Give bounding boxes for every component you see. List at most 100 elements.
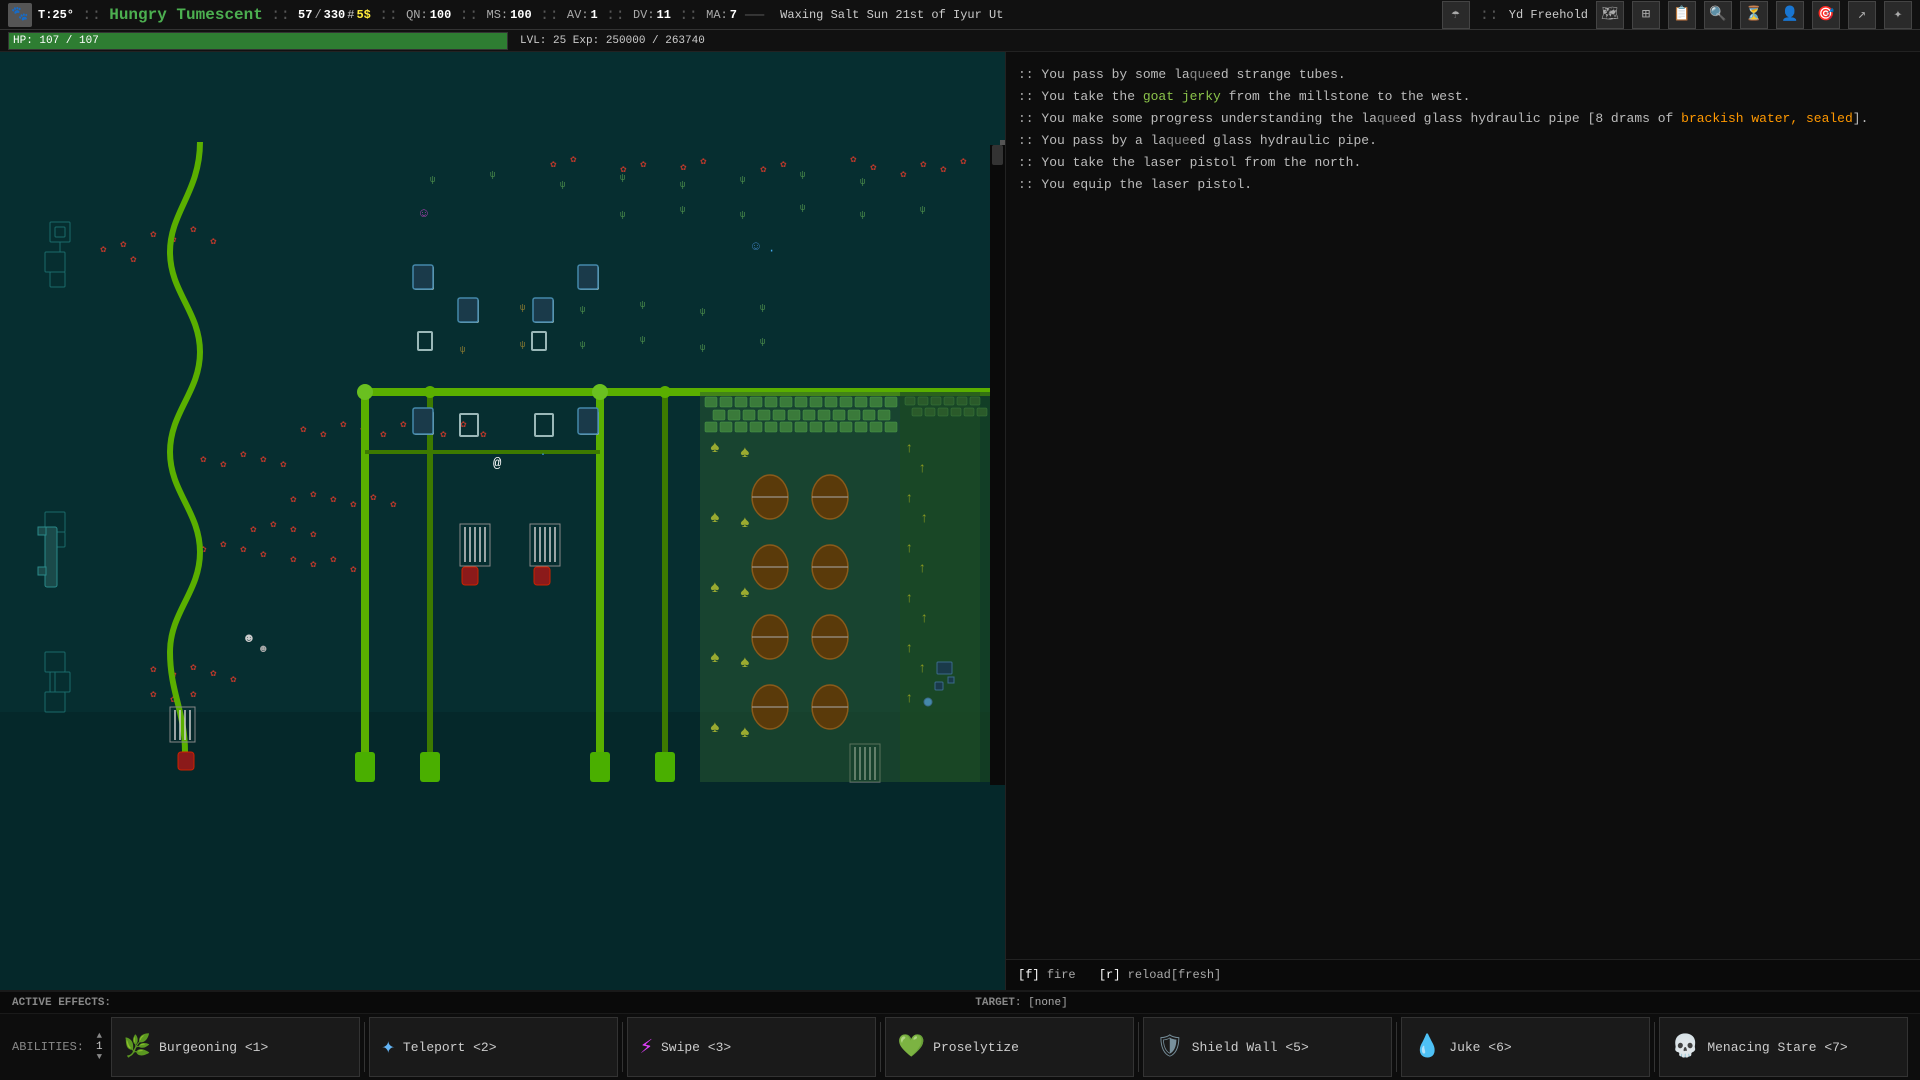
svg-text:↑: ↑ <box>905 491 913 507</box>
search-button[interactable]: 🔍 <box>1704 1 1732 29</box>
svg-text:✿: ✿ <box>480 431 487 440</box>
svg-text:✿: ✿ <box>310 561 317 570</box>
av-stat: AV: 1 <box>567 8 598 22</box>
svg-text:☻: ☻ <box>260 644 267 656</box>
svg-text:↑: ↑ <box>918 461 926 477</box>
svg-text:ψ: ψ <box>760 303 765 313</box>
move-button[interactable]: ↗ <box>1848 1 1876 29</box>
svg-text:✿: ✿ <box>390 501 397 510</box>
message-line-6: :: You equip the laser pistol. <box>1018 174 1908 196</box>
svg-text:↑: ↑ <box>905 541 913 557</box>
svg-text:☺: ☺ <box>752 239 760 254</box>
hp-text: HP: 107 / 107 <box>13 35 99 47</box>
svg-text:✿: ✿ <box>220 461 227 470</box>
svg-text:✿: ✿ <box>290 526 297 535</box>
message-line-5: :: You take the laser pistol from the no… <box>1018 152 1908 174</box>
ability-swipe[interactable]: ⚡ Swipe <3> <box>627 1017 876 1077</box>
combat-actions: [f] fire [r] reload[fresh] <box>1006 959 1920 990</box>
svg-text:✿: ✿ <box>150 231 157 240</box>
ability-burgeoning[interactable]: 🌿 Burgeoning <1> <box>111 1017 360 1077</box>
svg-text:✿: ✿ <box>380 431 387 440</box>
ability-proselytize[interactable]: 💚 Proselytize <box>885 1017 1134 1077</box>
svg-text:·: · <box>540 450 546 461</box>
level-up-arrow[interactable]: ▲ <box>97 1032 102 1041</box>
divider-4 <box>1138 1022 1139 1072</box>
target-label: TARGET: <box>975 997 1021 1009</box>
message-line-4: :: You pass by a laqueed glass hydraulic… <box>1018 130 1908 152</box>
svg-text:✿: ✿ <box>900 171 907 180</box>
svg-text:✿: ✿ <box>570 156 577 165</box>
turn-stat: T:25° <box>38 8 74 22</box>
time-button[interactable]: ⏳ <box>1740 1 1768 29</box>
menacing-stare-icon: 💀 <box>1672 1034 1699 1060</box>
svg-text:✿: ✿ <box>320 431 327 440</box>
svg-text:ψ: ψ <box>580 305 585 315</box>
ability-teleport-label: Teleport <2> <box>403 1040 497 1055</box>
inv-button[interactable]: 📋 <box>1668 1 1696 29</box>
svg-text:✿: ✿ <box>230 676 237 685</box>
svg-text:✿: ✿ <box>640 161 647 170</box>
umbrella-icon[interactable]: ☂ <box>1442 1 1470 29</box>
ability-teleport[interactable]: ✦ Teleport <2> <box>369 1017 618 1077</box>
ability-swipe-label: Swipe <3> <box>661 1040 731 1055</box>
exp-text: LVL: 25 Exp: 250000 / 263740 <box>520 35 705 47</box>
svg-text:♠: ♠ <box>710 649 720 667</box>
svg-text:✿: ✿ <box>350 566 357 575</box>
svg-text:♠: ♠ <box>710 439 720 457</box>
svg-text:✿: ✿ <box>460 421 467 430</box>
divider-1 <box>364 1022 365 1072</box>
svg-text:ψ: ψ <box>640 300 645 310</box>
right-panel: :: You pass by some laqueed strange tube… <box>1005 52 1920 990</box>
svg-text:✿: ✿ <box>250 526 257 535</box>
svg-text:✿: ✿ <box>400 421 407 430</box>
ability-shield-wall[interactable]: 🛡 Shield Wall <5> <box>1143 1017 1392 1077</box>
svg-text:ψ: ψ <box>860 210 865 220</box>
effects-label: ACTIVE EFFECTS: <box>12 997 111 1009</box>
svg-text:↑: ↑ <box>905 641 913 657</box>
svg-text:↑: ↑ <box>920 511 928 527</box>
svg-text:ψ: ψ <box>620 210 625 220</box>
svg-text:ψ: ψ <box>620 173 625 183</box>
svg-text:✿: ✿ <box>210 238 217 247</box>
svg-text:ψ: ψ <box>560 180 565 190</box>
bottom-area: ACTIVE EFFECTS: TARGET: [none] ABILITIES… <box>0 990 1920 1080</box>
svg-text:☻: ☻ <box>245 631 253 646</box>
area-button[interactable]: ⊞ <box>1632 1 1660 29</box>
map-button[interactable]: 🗺 <box>1596 1 1624 29</box>
svg-text:♠: ♠ <box>710 509 720 527</box>
svg-text:✿: ✿ <box>340 421 347 430</box>
svg-text:ψ: ψ <box>700 307 705 317</box>
level-down-arrow[interactable]: ▼ <box>97 1053 102 1062</box>
player-icon: 🐾 <box>8 3 32 27</box>
svg-text:ψ: ψ <box>700 343 705 353</box>
svg-text:✿: ✿ <box>240 546 247 555</box>
svg-text:↑: ↑ <box>905 591 913 607</box>
ma-stat: MA: 7 <box>706 8 737 22</box>
target-button[interactable]: 🎯 <box>1812 1 1840 29</box>
svg-text:ψ: ψ <box>520 303 525 313</box>
svg-text:✿: ✿ <box>100 246 107 255</box>
svg-text:✿: ✿ <box>760 166 767 175</box>
svg-text:↑: ↑ <box>920 611 928 627</box>
ability-menacing-stare[interactable]: 💀 Menacing Stare <7> <box>1659 1017 1908 1077</box>
svg-text:✿: ✿ <box>330 496 337 505</box>
svg-text:·: · <box>768 244 775 258</box>
ms-stat: MS: 100 <box>487 8 532 22</box>
hp-bar-container: HP: 107 / 107 <box>8 32 508 50</box>
game-canvas[interactable]: ✿ ✿ ✿ ✿ ✿ ✿ ✿ ✿ ✿ ✿ ✿ ✿ ✿ ✿ ✿ ✿ ✿ ✿ ✿ ✿ ✿ ✿ ✿ ✿ ✿ ✿ ✿… <box>0 52 1005 990</box>
svg-text:ψ: ψ <box>430 175 435 185</box>
svg-text:✿: ✿ <box>220 541 227 550</box>
svg-text:✿: ✿ <box>370 494 377 503</box>
svg-text:ψ: ψ <box>520 340 525 350</box>
svg-text:✿: ✿ <box>190 226 197 235</box>
char-button[interactable]: 👤 <box>1776 1 1804 29</box>
level-selector[interactable]: ▲ 1 ▼ <box>96 1032 103 1062</box>
svg-text:✿: ✿ <box>350 501 357 510</box>
message-line-1: :: You pass by some laqueed strange tube… <box>1018 64 1908 86</box>
svg-text:✿: ✿ <box>440 431 447 440</box>
svg-text:✿: ✿ <box>210 670 217 679</box>
svg-text:ψ: ψ <box>490 170 495 180</box>
action-button[interactable]: ✦ <box>1884 1 1912 29</box>
ability-juke[interactable]: 💧 Juke <6> <box>1401 1017 1650 1077</box>
target-section: TARGET: [none] <box>975 997 1067 1009</box>
